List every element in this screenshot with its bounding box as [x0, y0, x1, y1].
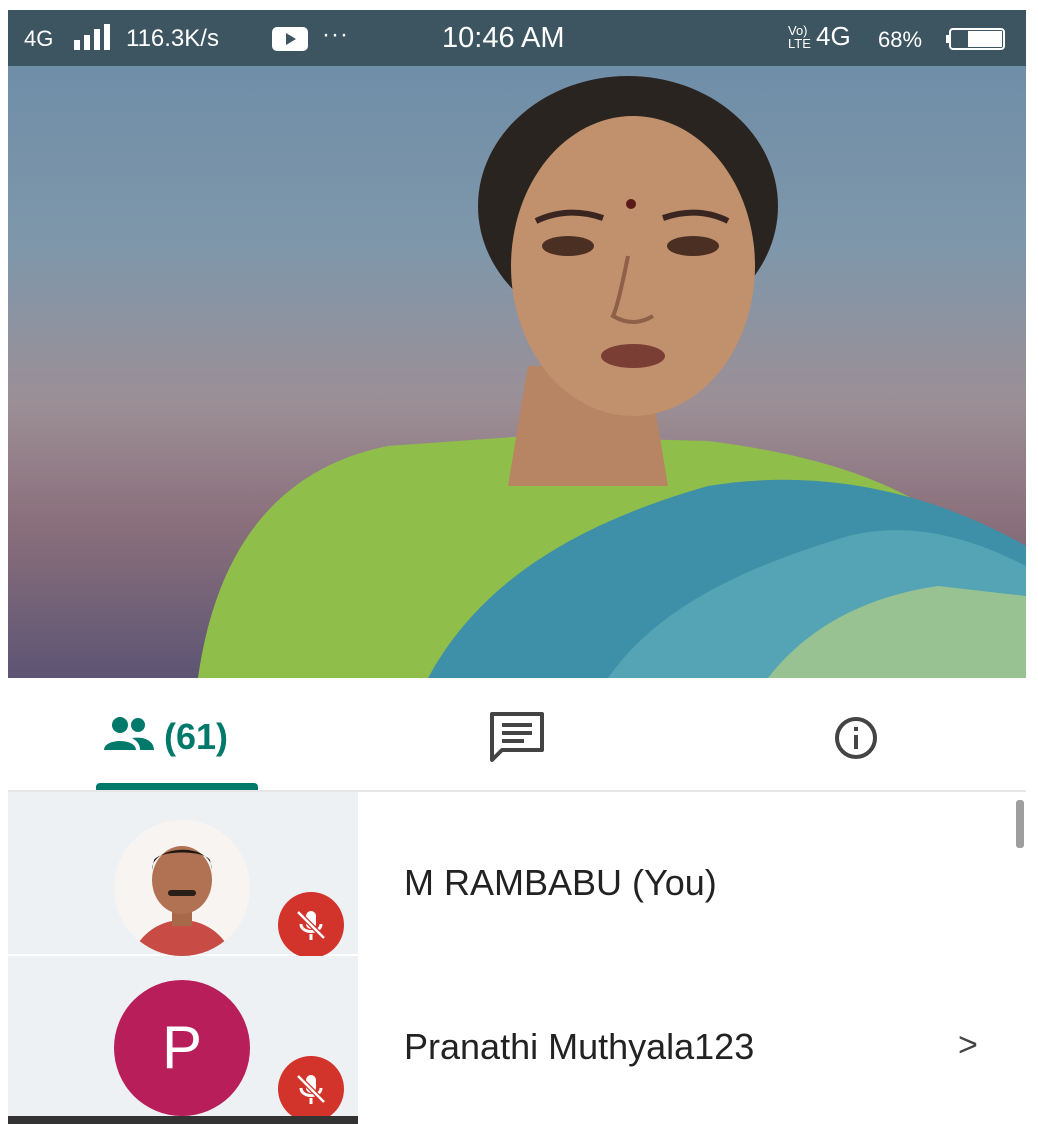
signal-icon	[74, 24, 110, 50]
participant-list: M RAMBABU (You) P Pranathi Muthyala123 >	[8, 792, 1026, 1124]
participant-row[interactable]: M RAMBABU (You)	[8, 792, 1026, 958]
tab-people[interactable]: (61)	[92, 678, 268, 790]
info-icon	[835, 717, 877, 759]
meeting-screen: 4G 116.3K/s ··· 10:46 AM Vo)LTE 4G 68%	[8, 0, 1026, 1124]
more-notifications-icon: ···	[322, 21, 349, 48]
participant-name: M RAMBABU (You)	[404, 862, 717, 903]
participant-name: Pranathi Muthyala123	[404, 1026, 755, 1067]
tab-chat[interactable]	[448, 678, 588, 790]
meeting-tab-bar: (61)	[8, 678, 1026, 792]
people-icon	[104, 717, 154, 750]
mic-off-icon	[296, 910, 326, 940]
active-tab-indicator	[96, 783, 258, 790]
avatar-photo	[132, 846, 232, 956]
status-bar: 4G 116.3K/s ··· 10:46 AM Vo) LTE 4G 68%	[8, 10, 1026, 66]
participant-row[interactable]: P Pranathi Muthyala123 >	[8, 956, 1026, 1122]
avatar: P	[114, 980, 250, 1116]
muted-mic-badge	[278, 892, 344, 958]
chat-icon	[490, 712, 544, 762]
avatar-column	[8, 792, 358, 958]
network-type-2: 4G	[816, 21, 851, 51]
video-notification-icon	[272, 27, 308, 51]
avatar-column: P	[8, 956, 358, 1122]
avatar	[114, 820, 250, 956]
battery-percent: 68%	[878, 27, 923, 52]
presenter-figure	[198, 76, 1026, 678]
network-type: 4G	[24, 26, 54, 51]
muted-mic-badge	[278, 1056, 344, 1122]
presenter-video[interactable]	[8, 66, 1026, 678]
clock: 10:46 AM	[442, 22, 565, 54]
volte-icon: Vo) LTE	[788, 23, 811, 51]
scrollbar[interactable]	[1016, 800, 1024, 848]
battery-icon	[946, 28, 1005, 50]
mic-off-icon	[296, 1074, 326, 1104]
next-row-edge	[8, 1116, 358, 1124]
tab-info[interactable]	[808, 678, 928, 790]
chevron-right-icon[interactable]: >	[958, 1026, 978, 1065]
network-speed: 116.3K/s	[126, 25, 219, 52]
participant-count: (61)	[164, 716, 229, 757]
